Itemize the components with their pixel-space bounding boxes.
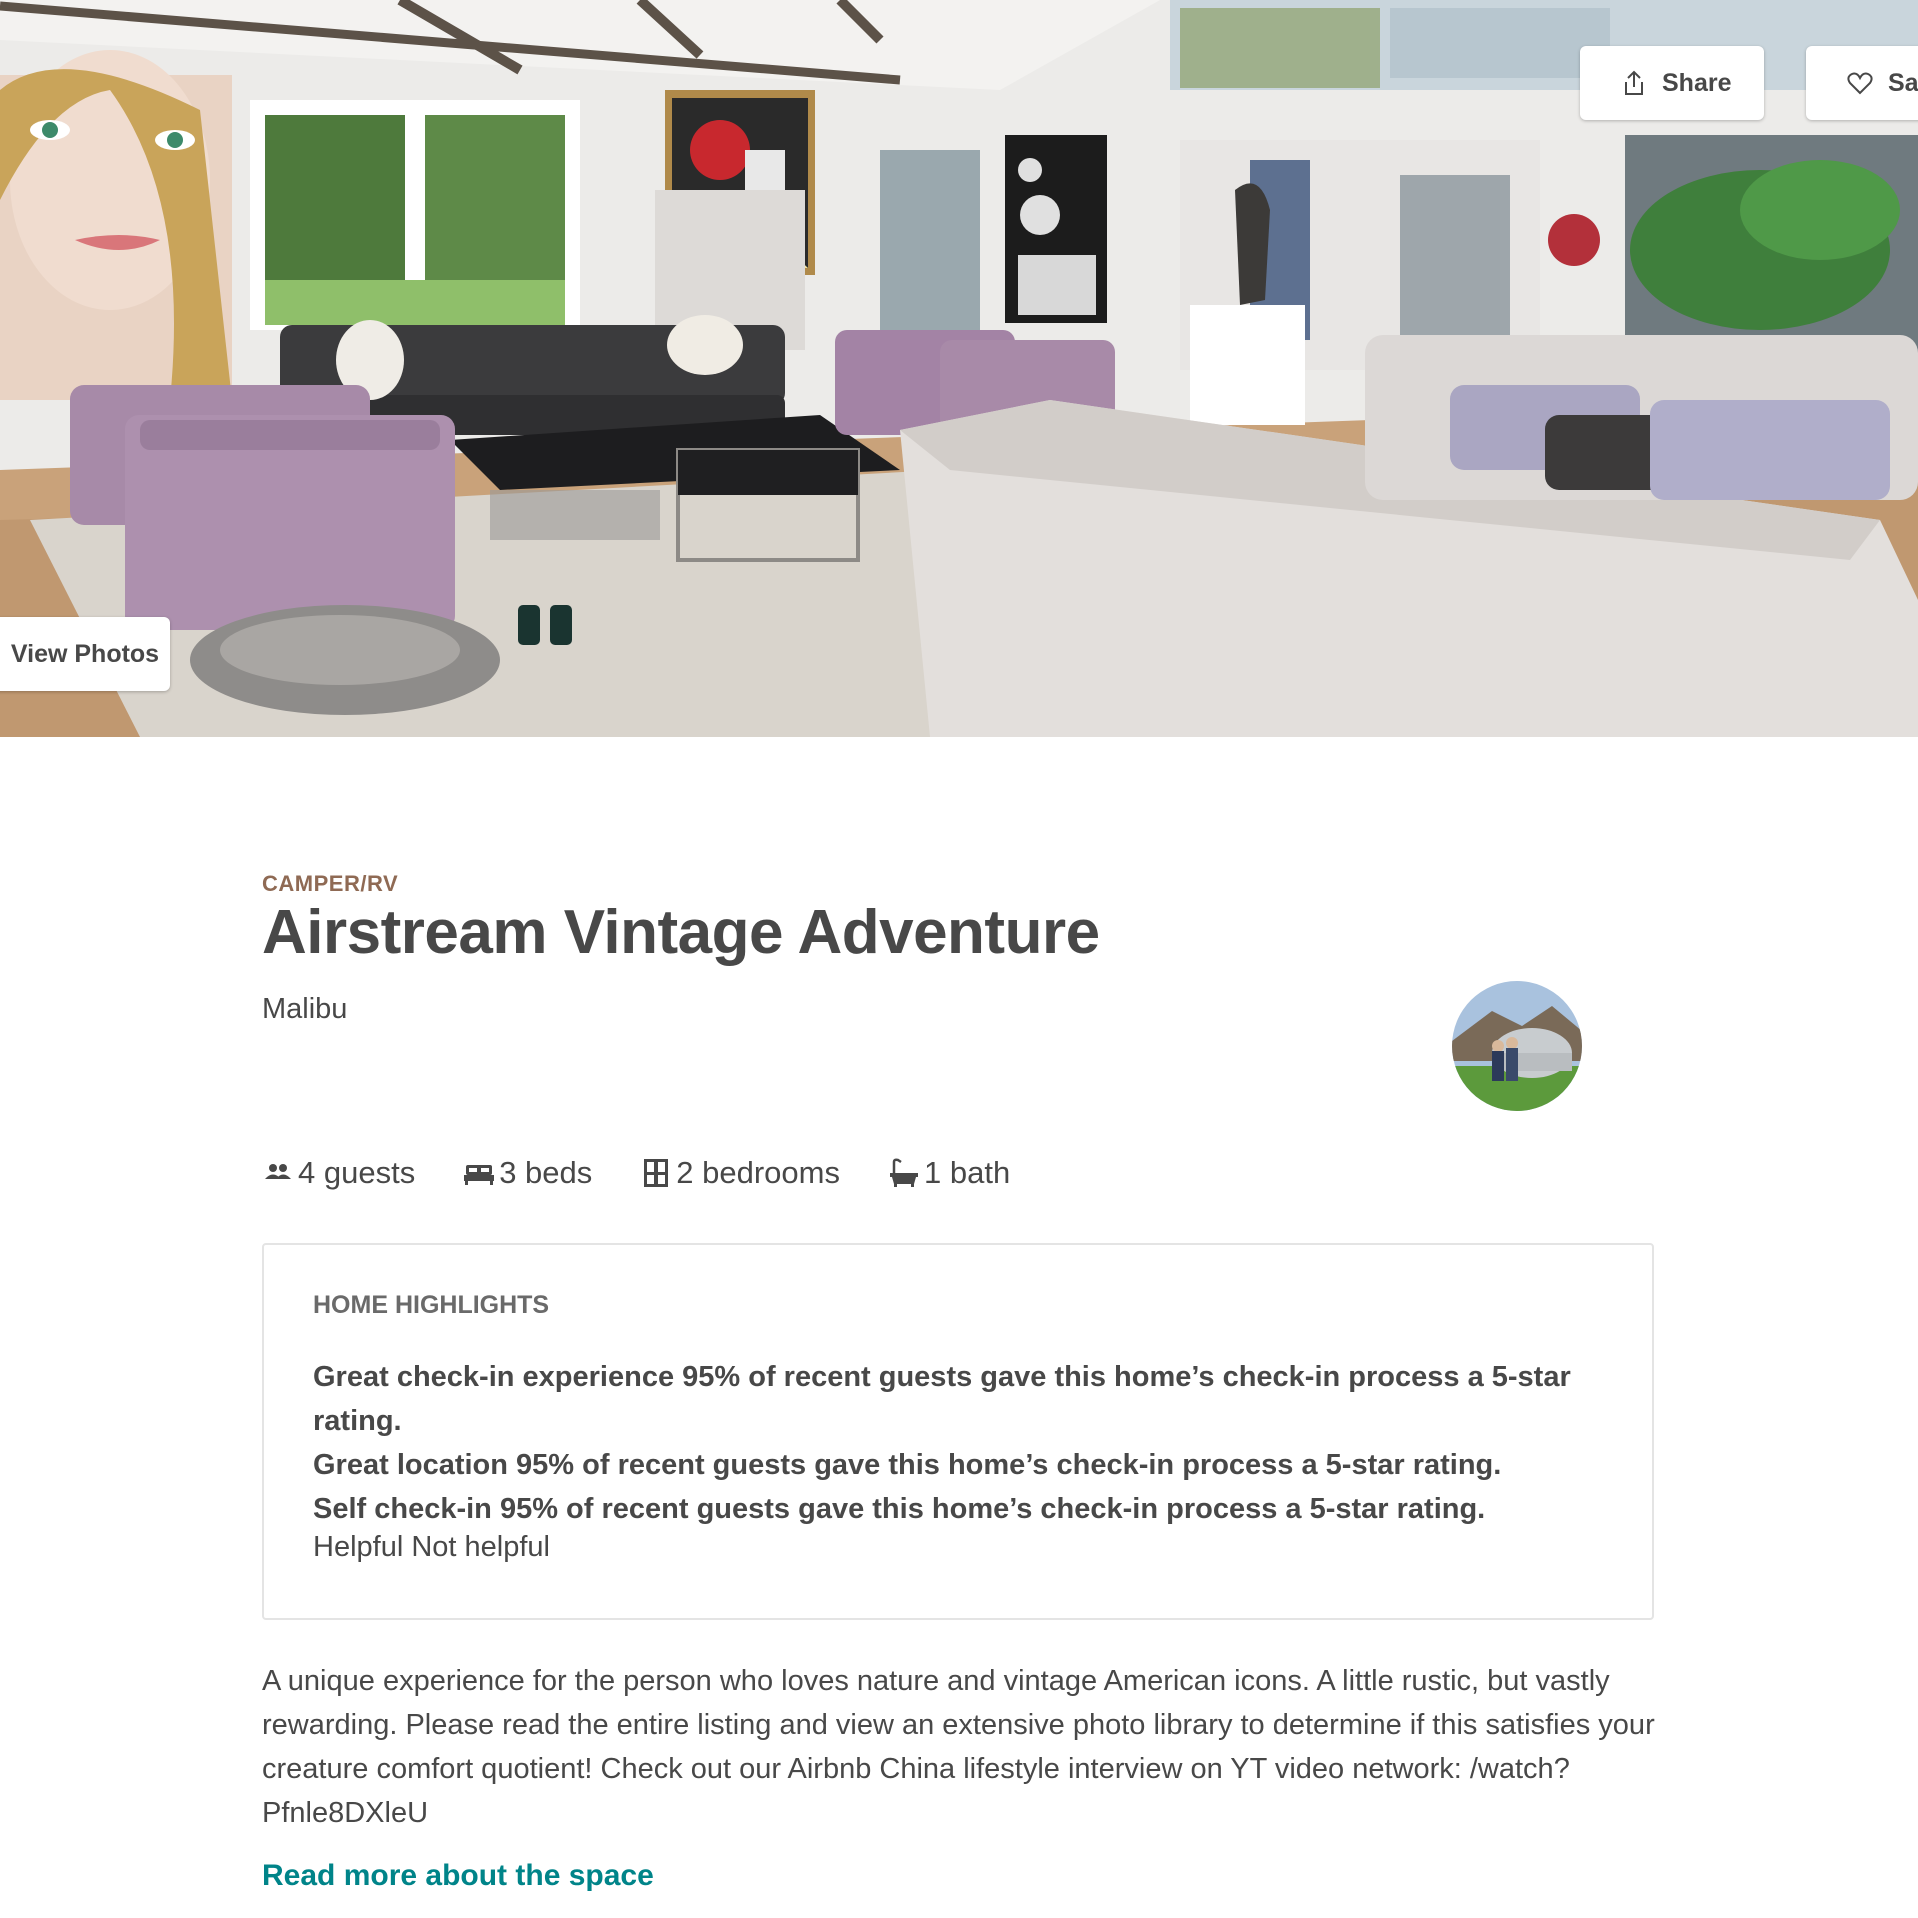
listing-category: CAMPER/RV	[262, 871, 399, 896]
beds-text: 3 beds	[499, 1155, 593, 1190]
guests-icon	[262, 1157, 294, 1189]
read-more-link[interactable]: Read more about the space	[262, 1859, 654, 1893]
save-label: Save	[1888, 68, 1918, 97]
view-photos-button[interactable]: View Photos	[0, 617, 170, 691]
fact-beds: 3 beds	[463, 1155, 592, 1191]
guests-text: 4 guests	[298, 1155, 416, 1190]
baths-text: 1 bath	[924, 1155, 1011, 1190]
fact-guests: 4 guests	[262, 1155, 415, 1191]
bed-icon	[463, 1157, 495, 1189]
share-icon	[1620, 69, 1648, 97]
fact-baths: 1 bath	[888, 1155, 1010, 1191]
host-avatar[interactable]	[1452, 981, 1582, 1111]
highlight-item: Self check-in 95% of recent guests gave …	[313, 1493, 1486, 1525]
highlights-feedback: Helpful Not helpful	[313, 1531, 550, 1564]
door-icon	[640, 1157, 672, 1189]
listing-facts: 4 guests 3 beds 2 bedrooms 1 bath	[262, 1155, 1058, 1191]
highlight-item: Great check-in experience 95% of recent …	[313, 1361, 1571, 1437]
home-highlights-card: HOME HIGHLIGHTS Great check-in experienc…	[262, 1243, 1654, 1620]
share-label: Share	[1662, 68, 1732, 97]
listing-location: Malibu	[262, 993, 348, 1025]
fact-bedrooms: 2 bedrooms	[640, 1155, 840, 1191]
not-helpful-button[interactable]: Not helpful	[411, 1531, 550, 1563]
helpful-button[interactable]: Helpful	[313, 1531, 403, 1563]
save-button[interactable]: Save	[1806, 46, 1918, 120]
hero-photo[interactable]: Share Save View Photos	[0, 0, 1918, 737]
bedrooms-text: 2 bedrooms	[676, 1155, 840, 1190]
listing-title: Airstream Vintage Adventure	[262, 898, 1100, 967]
view-photos-label: View Photos	[10, 639, 160, 668]
bathtub-icon	[888, 1157, 920, 1189]
highlights-heading: HOME HIGHLIGHTS	[313, 1291, 550, 1319]
share-button[interactable]: Share	[1580, 46, 1764, 120]
heart-icon	[1846, 69, 1874, 97]
highlight-item: Great location 95% of recent guests gave…	[313, 1449, 1502, 1481]
listing-description: A unique experience for the person who l…	[262, 1665, 1655, 1829]
highlights-list: Great check-in experience 95% of recent …	[313, 1355, 1603, 1531]
